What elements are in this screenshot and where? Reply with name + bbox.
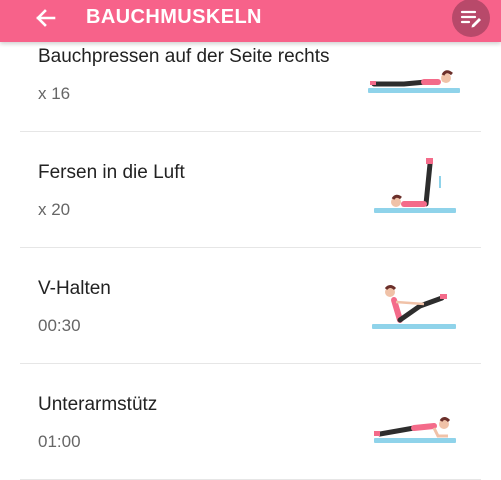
side-crunch-right-icon xyxy=(368,70,460,93)
exercise-amount: 00:30 xyxy=(38,316,81,335)
back-button[interactable] xyxy=(30,3,60,33)
exercise-name: Unterarmstütz xyxy=(38,394,158,415)
exercise-amount: x 20 xyxy=(38,200,71,219)
playlist-edit-icon xyxy=(460,10,481,28)
list-item[interactable]: Fersen in die Luft x 20 xyxy=(20,132,481,248)
v-hold-icon xyxy=(372,285,456,329)
edit-list-button[interactable] xyxy=(452,0,490,37)
list-item[interactable]: V-Halten 00:30 xyxy=(20,248,481,364)
arrow-left-icon xyxy=(36,9,56,27)
list-item[interactable]: Unterarmstütz 01:00 xyxy=(20,364,481,480)
page-title: BAUCHMUSKELN xyxy=(86,6,262,28)
plank-icon xyxy=(374,417,456,443)
exercise-name: Bauchpressen auf der Seite rechts xyxy=(38,46,330,67)
app-bar: BAUCHMUSKELN xyxy=(0,0,501,42)
exercise-name: Fersen in die Luft xyxy=(38,162,185,183)
heels-to-the-heaven-icon xyxy=(374,158,456,213)
exercise-name: V-Halten xyxy=(38,278,111,299)
exercise-amount: 01:00 xyxy=(38,432,81,451)
exercise-amount: x 16 xyxy=(38,84,71,103)
